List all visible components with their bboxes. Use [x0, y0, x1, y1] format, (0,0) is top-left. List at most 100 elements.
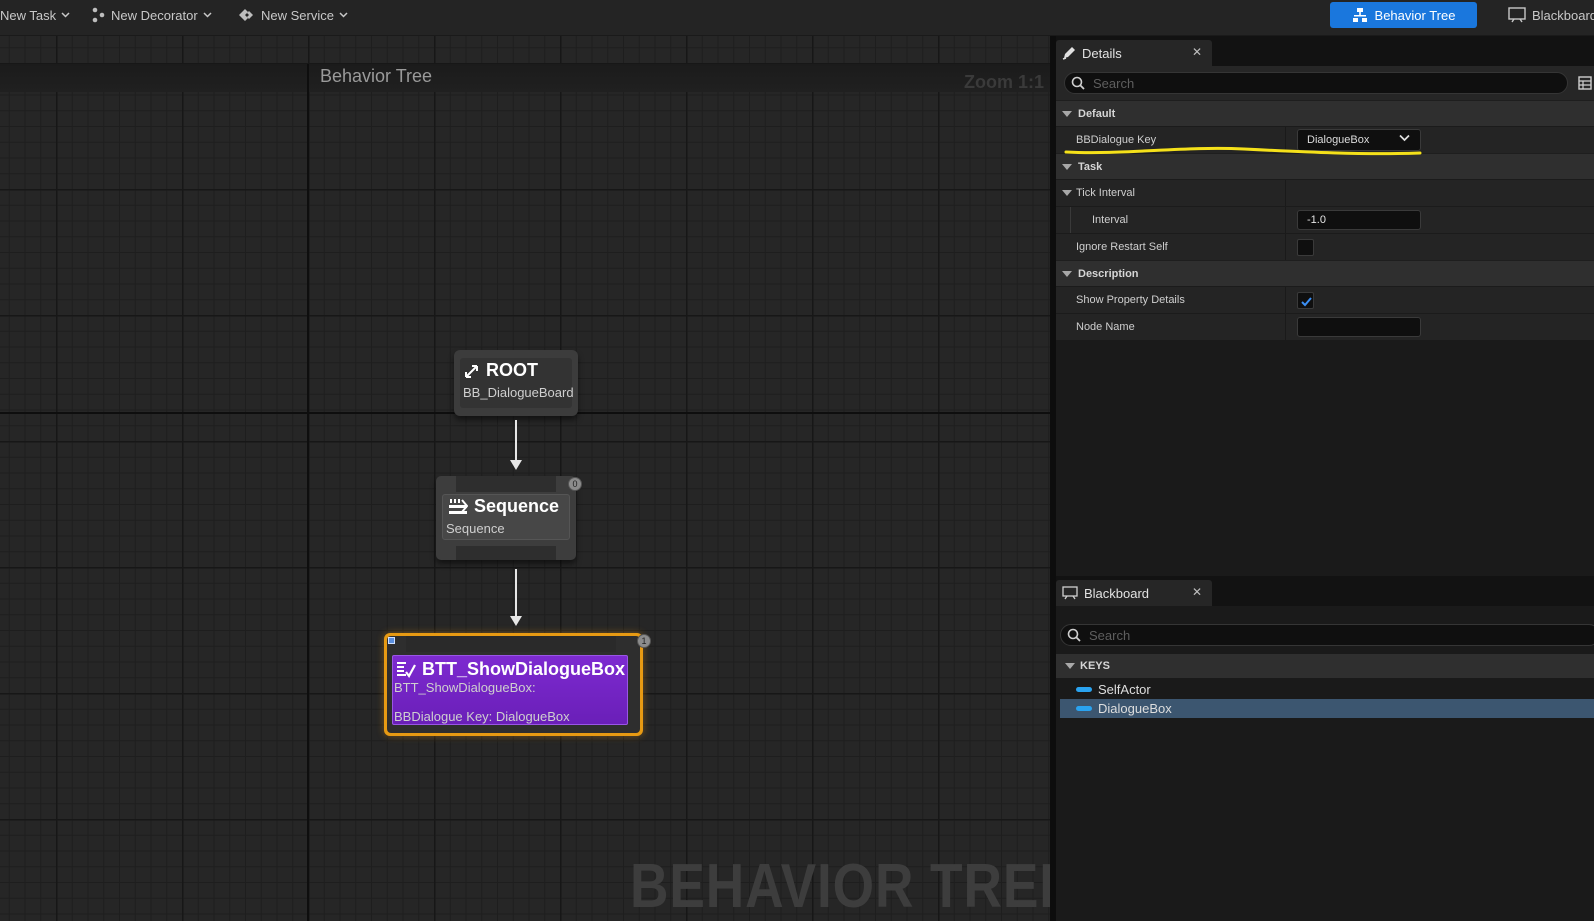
root-icon	[465, 364, 478, 378]
close-icon[interactable]: ✕	[1192, 585, 1202, 599]
highlight-underline	[1064, 146, 1422, 156]
prop-row-tick-interval[interactable]: Tick Interval	[1056, 179, 1594, 207]
service-icon	[239, 9, 253, 21]
task-node-content: BTT_ShowDialogueBox BTT_ShowDialogueBox:…	[392, 655, 628, 725]
details-panel: Details ✕ Default BBDialogue Key Dialogu…	[1056, 36, 1594, 576]
task-node-key-description: BBDialogue Key: DialogueBox	[394, 709, 570, 724]
new-service-button[interactable]: New Service	[238, 0, 348, 30]
root-node-subtitle: BB_DialogueBoard	[463, 385, 574, 400]
category-default-label: Default	[1078, 107, 1116, 120]
task-icon	[397, 661, 416, 678]
column-divider[interactable]	[1285, 207, 1286, 234]
column-divider[interactable]	[1285, 287, 1286, 314]
indent-guide	[1070, 207, 1071, 234]
prop-label: Node Name	[1076, 321, 1135, 333]
new-task-label: New Task	[0, 7, 57, 23]
interval-input[interactable]: -1.0	[1297, 210, 1421, 230]
graph-canvas[interactable]: Behavior Tree Zoom 1:1 BEHAVIOR TREE ROO…	[0, 36, 1050, 921]
chevron-down-icon	[203, 12, 212, 18]
prop-row-interval: Interval -1.0	[1056, 206, 1594, 234]
tab-details-label: Details	[1082, 45, 1122, 61]
keys-category[interactable]: KEYS	[1056, 654, 1594, 678]
behavior-tree-mode-label: Behavior Tree	[1374, 7, 1456, 23]
sequence-node-subtitle: Sequence	[446, 521, 505, 536]
sequence-node-output-pin	[456, 546, 556, 560]
sequence-node[interactable]: Sequence Sequence 0	[436, 476, 582, 560]
graph-watermark: BEHAVIOR TREE	[630, 852, 1050, 921]
blackboard-mode-button[interactable]: Blackboard	[1508, 2, 1594, 28]
property-list: Default BBDialogue Key DialogueBox Task …	[1056, 100, 1594, 341]
pencil-icon	[1062, 47, 1075, 60]
prop-label: Show Property Details	[1076, 294, 1185, 306]
search-icon	[1071, 76, 1085, 90]
expand-arrow-icon	[1065, 663, 1075, 669]
new-decorator-button[interactable]: New Decorator	[92, 0, 212, 30]
task-node-title: BTT_ShowDialogueBox	[422, 659, 626, 679]
ignore-restart-self-checkbox[interactable]	[1297, 239, 1314, 256]
new-task-button[interactable]: New Task	[0, 0, 70, 30]
blackboard-search-input[interactable]	[1089, 627, 1529, 643]
breakpoint-icon[interactable]	[388, 637, 395, 644]
wire-arrowhead	[510, 616, 522, 626]
graph-origin-axis-vertical	[307, 64, 309, 921]
graph-header	[0, 64, 1050, 92]
expand-arrow-icon	[1062, 190, 1072, 196]
blackboard-panel: Blackboard ✕ KEYS SelfActor DialogueBox	[1056, 576, 1594, 921]
details-search-row	[1056, 66, 1594, 100]
new-decorator-label: New Decorator	[111, 7, 198, 23]
root-node-title-row: ROOT	[464, 360, 538, 381]
graph-title: Behavior Tree	[320, 66, 433, 86]
wire-arrowhead	[510, 460, 522, 470]
blackboard-key-row-selected[interactable]: DialogueBox	[1060, 699, 1594, 718]
tab-blackboard[interactable]: Blackboard ✕	[1056, 580, 1212, 606]
prop-row-show-property-details: Show Property Details	[1056, 286, 1594, 314]
execution-index-badge: 1	[637, 634, 651, 648]
toolbar: New Task New Decorator New Service Behav…	[0, 0, 1594, 36]
blackboard-key-row[interactable]: SelfActor	[1060, 680, 1594, 699]
details-search-box[interactable]	[1064, 72, 1568, 94]
column-divider[interactable]	[1285, 314, 1286, 341]
decorator-icon	[92, 7, 105, 23]
tab-details[interactable]: Details ✕	[1056, 40, 1212, 66]
prop-label: Tick Interval	[1076, 187, 1135, 199]
show-property-details-checkbox[interactable]	[1297, 292, 1314, 309]
category-task-label: Task	[1078, 160, 1103, 173]
sequence-icon	[449, 498, 468, 514]
category-default[interactable]: Default	[1056, 100, 1594, 126]
blackboard-icon	[1062, 586, 1078, 600]
details-search-input[interactable]	[1093, 75, 1533, 91]
sequence-node-title: Sequence	[474, 496, 560, 516]
prop-row-ignore-restart-self: Ignore Restart Self	[1056, 233, 1594, 261]
column-divider[interactable]	[1285, 234, 1286, 261]
prop-label: Interval	[1092, 214, 1129, 226]
blackboard-key-name: DialogueBox	[1098, 701, 1172, 716]
task-node-input-pin	[406, 636, 616, 652]
behavior-tree-editor: New Task New Decorator New Service Behav…	[0, 0, 1594, 921]
blackboard-search-box[interactable]	[1060, 624, 1594, 646]
behavior-tree-mode-button[interactable]: Behavior Tree	[1330, 2, 1477, 28]
chevron-down-icon	[339, 12, 348, 18]
node-name-input[interactable]	[1297, 317, 1421, 337]
behavior-tree-icon	[1352, 8, 1367, 22]
search-icon	[1067, 628, 1081, 642]
root-node[interactable]: ROOT BB_DialogueBoard	[454, 350, 578, 416]
sequence-node-title-row: Sequence	[448, 496, 559, 517]
category-description-label: Description	[1078, 267, 1139, 280]
category-description[interactable]: Description	[1056, 260, 1594, 286]
chevron-down-icon	[61, 12, 70, 18]
keys-category-label: KEYS	[1080, 660, 1110, 672]
column-divider[interactable]	[1285, 180, 1286, 207]
blackboard-tabstrip: Blackboard ✕	[1056, 576, 1594, 606]
prop-label: Ignore Restart Self	[1076, 241, 1168, 253]
close-icon[interactable]: ✕	[1192, 45, 1202, 59]
blackboard-search-row	[1056, 620, 1594, 650]
root-node-title: ROOT	[486, 360, 538, 380]
task-node-description: BTT_ShowDialogueBox:	[394, 680, 536, 695]
details-tabstrip: Details ✕	[1056, 36, 1594, 66]
expand-arrow-icon	[1062, 163, 1072, 170]
expand-arrow-icon	[1062, 110, 1072, 117]
blackboard-key-name: SelfActor	[1098, 682, 1151, 697]
new-service-label: New Service	[261, 7, 334, 23]
task-node-show-dialogue-box[interactable]: BTT_ShowDialogueBox BTT_ShowDialogueBox:…	[384, 633, 651, 736]
property-matrix-icon[interactable]	[1578, 76, 1592, 90]
